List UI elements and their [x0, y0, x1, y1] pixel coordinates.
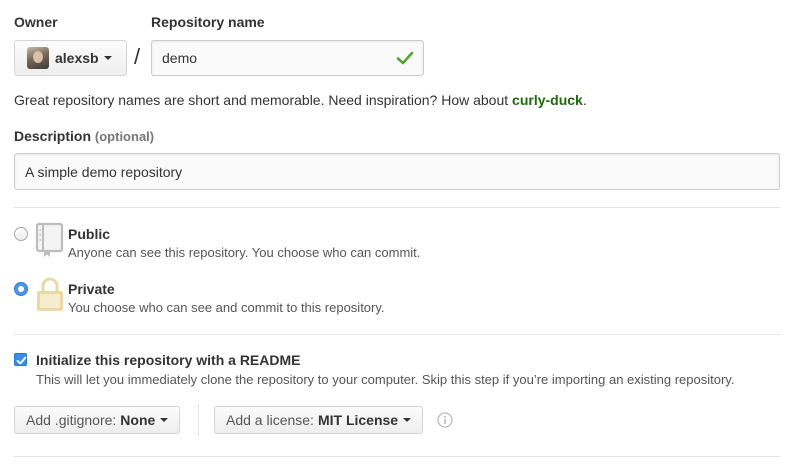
book-icon — [35, 222, 64, 257]
lock-icon — [37, 277, 63, 311]
license-prefix: Add a license: — [226, 412, 314, 428]
init-readme-checkbox[interactable] — [14, 353, 27, 366]
init-readme-title: Initialize this repository with a README — [36, 352, 301, 368]
chevron-down-icon — [160, 418, 169, 422]
private-description: You choose who can see and commit to thi… — [68, 300, 385, 315]
hint-text: Great repository names are short and mem… — [14, 92, 513, 108]
private-title: Private — [68, 281, 115, 297]
info-icon[interactable] — [437, 412, 453, 428]
gitignore-prefix: Add .gitignore: — [26, 412, 117, 428]
divider — [14, 207, 780, 208]
init-readme-description: This will let you immediately clone the … — [36, 372, 735, 387]
repository-name-label: Repository name — [151, 14, 265, 30]
chevron-down-icon — [403, 418, 412, 422]
owner-dropdown-button[interactable]: alexsb — [14, 40, 127, 76]
chevron-down-icon — [103, 56, 112, 60]
description-label-text: Description — [14, 128, 92, 144]
private-radio[interactable] — [14, 282, 28, 296]
public-description: Anyone can see this repository. You choo… — [68, 245, 421, 260]
license-select[interactable]: Add a license: MIT License — [214, 406, 424, 434]
optional-note: (optional) — [94, 129, 155, 144]
gitignore-value: None — [120, 412, 156, 428]
vertical-divider — [198, 404, 199, 436]
divider — [14, 456, 780, 457]
license-value: MIT License — [317, 412, 399, 428]
owner-repo-separator: / — [134, 44, 141, 69]
owner-name: alexsb — [55, 50, 99, 66]
name-suggestion-link[interactable]: curly-duck — [512, 92, 583, 108]
public-title: Public — [68, 226, 111, 242]
public-radio[interactable] — [14, 227, 28, 241]
owner-label: Owner — [14, 14, 58, 30]
repository-name-hint: Great repository names are short and mem… — [14, 92, 587, 108]
repository-name-input[interactable] — [151, 40, 424, 76]
gitignore-select[interactable]: Add .gitignore: None — [14, 406, 181, 434]
description-label: Description (optional) — [14, 128, 154, 144]
description-input[interactable] — [14, 153, 780, 190]
checkmark-icon — [16, 356, 27, 365]
check-icon — [396, 51, 414, 65]
avatar — [27, 47, 49, 69]
hint-end: . — [582, 92, 587, 108]
divider — [14, 334, 780, 335]
